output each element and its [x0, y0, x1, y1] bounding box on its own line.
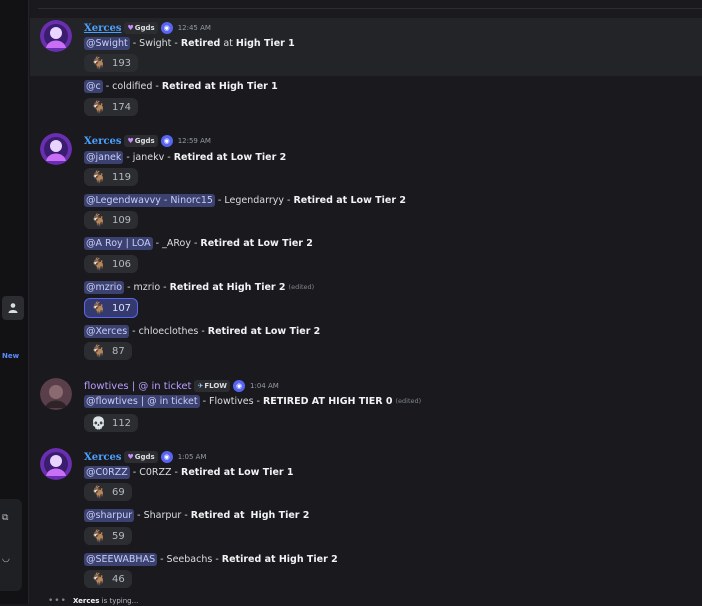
timestamp: 1:04 AM: [250, 382, 279, 390]
skull-emoji-icon: 💀: [91, 416, 106, 430]
goat-emoji-icon: 🐐: [91, 213, 106, 227]
avatar[interactable]: [40, 133, 72, 165]
message-list: Xerces ♥ Ggds ◉ 12:45 AM @Swight - Swight…: [0, 0, 702, 604]
user-mention[interactable]: @Swight: [84, 36, 130, 50]
user-mention[interactable]: @Xerces: [84, 324, 130, 338]
message-text: @C0RZZ - C0RZZ - Retired at Low Tier 1: [84, 465, 294, 479]
author-name[interactable]: Xerces: [84, 136, 121, 147]
typing-indicator: ••• Xerces is typing...: [48, 596, 139, 606]
user-mention[interactable]: @flowtives | @ in ticket: [84, 394, 200, 408]
goat-emoji-icon: 🐐: [91, 344, 106, 358]
avatar[interactable]: [40, 378, 72, 410]
goat-emoji-icon: 🐐: [91, 485, 106, 499]
reaction-button[interactable]: 💀 112: [84, 414, 139, 432]
user-mention[interactable]: @janek: [84, 150, 124, 164]
goat-emoji-icon: 🐐: [91, 301, 106, 315]
server-tag[interactable]: ✈ FLOW: [194, 380, 231, 392]
server-tag[interactable]: ♥ Ggds: [124, 22, 158, 34]
message-text: @SEEWABHAS - Seebachs - Retired at High …: [84, 552, 338, 566]
user-mention[interactable]: @mzrio: [84, 280, 125, 294]
avatar[interactable]: [40, 20, 72, 52]
reaction-button[interactable]: 🐐 106: [84, 255, 139, 273]
user-mention[interactable]: @Legendwavvy - Ninorc15: [84, 193, 215, 207]
message-text: @janek - janekv - Retired at Low Tier 2: [84, 150, 287, 164]
message-text: @A Roy | LOA - _ARoy - Retired at Low Ti…: [84, 236, 313, 250]
user-mention[interactable]: @c: [84, 79, 103, 93]
app-icon: ◉: [160, 135, 173, 147]
reaction-button[interactable]: 🐐 109: [84, 211, 139, 229]
goat-emoji-icon: 🐐: [91, 529, 106, 543]
message-text: @flowtives | @ in ticket - Flowtives - R…: [84, 394, 422, 408]
user-mention[interactable]: @A Roy | LOA: [84, 236, 153, 250]
app-icon: ◉: [160, 451, 173, 463]
reaction-button[interactable]: 🐐 193: [84, 54, 139, 72]
goat-emoji-icon: 🐐: [91, 170, 106, 184]
user-mention[interactable]: @sharpur: [84, 508, 135, 522]
user-mention[interactable]: @SEEWABHAS: [84, 552, 158, 566]
reaction-button[interactable]: 🐐 87: [84, 342, 132, 360]
author-name[interactable]: Xerces: [84, 452, 121, 463]
avatar[interactable]: [40, 448, 72, 480]
message-text: @Legendwavvy - Ninorc15 - Legendarryy - …: [84, 193, 406, 207]
goat-emoji-icon: 🐐: [91, 100, 106, 114]
message-text: @Xerces - chloeclothes - Retired at Low …: [84, 324, 321, 338]
timestamp: 1:05 AM: [177, 453, 207, 461]
goat-emoji-icon: 🐐: [91, 56, 106, 70]
reaction-button[interactable]: 🐐 174: [84, 98, 139, 116]
user-mention[interactable]: @C0RZZ: [84, 465, 130, 479]
message-text: @mzrio - mzrio - Retired at High Tier 2 …: [84, 280, 315, 294]
server-tag[interactable]: ♥ Ggds: [124, 451, 158, 463]
goat-emoji-icon: 🐐: [91, 572, 106, 586]
server-tag[interactable]: ♥ Ggds: [124, 135, 158, 147]
goat-emoji-icon: 🐐: [91, 257, 106, 271]
typing-dots-icon: •••: [48, 596, 67, 606]
message-text: @Swight - Swight - Retired at High Tier …: [84, 36, 295, 50]
reaction-button[interactable]: 🐐 46: [84, 570, 132, 588]
message-text: @c - coldified - Retired at High Tier 1: [84, 79, 278, 93]
author-name[interactable]: Xerces: [84, 23, 121, 34]
author-name[interactable]: flowtives | @ in ticket: [84, 381, 191, 392]
timestamp: 12:59 AM: [177, 137, 211, 145]
reaction-button[interactable]: 🐐 59: [84, 527, 132, 545]
reaction-button[interactable]: 🐐 69: [84, 483, 132, 501]
app-icon: ◉: [233, 380, 246, 392]
timestamp: 12:45 AM: [177, 24, 211, 32]
reaction-button-active[interactable]: 🐐 107: [84, 298, 139, 318]
app-icon: ◉: [160, 22, 173, 34]
reaction-button[interactable]: 🐐 119: [84, 168, 139, 186]
message-text: @sharpur - Sharpur - Retired at High Tie…: [84, 508, 310, 522]
